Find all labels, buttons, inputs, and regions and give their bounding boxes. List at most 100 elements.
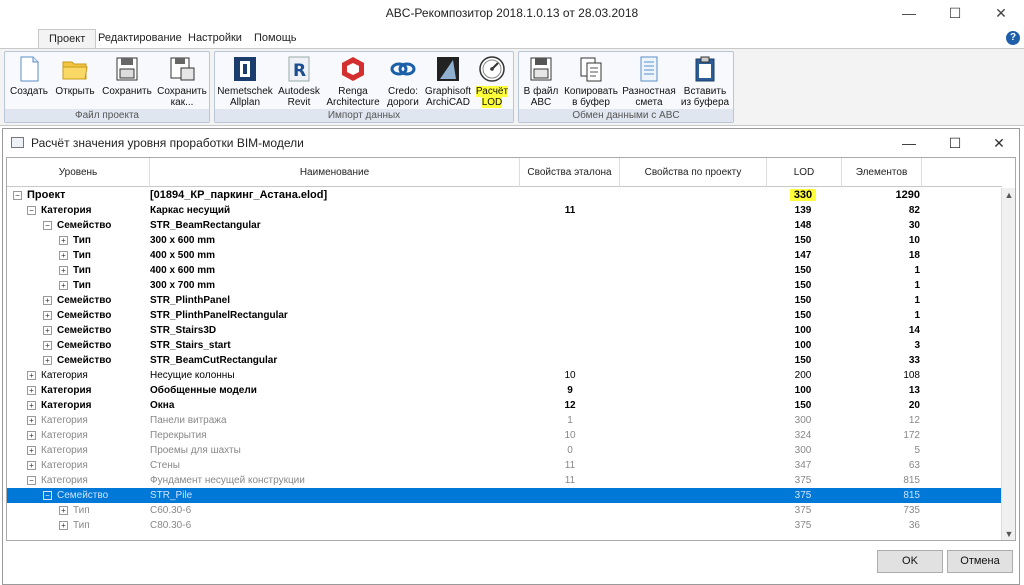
row-lod: 375: [767, 518, 839, 533]
minimize-button[interactable]: —: [886, 0, 932, 26]
table-row[interactable]: − Проект [01894_КР_паркинг_Астана.elod] 330…: [7, 188, 1002, 203]
expand-icon[interactable]: +: [27, 446, 36, 455]
table-row[interactable]: + Категория Стены 11 347 63: [7, 458, 1002, 473]
expand-icon[interactable]: +: [43, 356, 52, 365]
collapse-icon[interactable]: −: [43, 221, 52, 230]
table-row[interactable]: + Тип 400 x 600 mm 150 1: [7, 263, 1002, 278]
paste-from-buffer-button[interactable]: Вставить из буфера: [679, 54, 731, 110]
expand-icon[interactable]: +: [59, 521, 68, 530]
row-level: Семейство: [57, 490, 109, 501]
dialog-maximize-button[interactable]: ☐: [933, 130, 977, 156]
scroll-down-icon[interactable]: ▼: [1002, 527, 1015, 540]
calc-lod-button[interactable]: Расчёт LOD: [473, 54, 511, 110]
table-row[interactable]: + Семейство STR_PlinthPanel 150 1: [7, 293, 1002, 308]
table-row[interactable]: − Семейство STR_Pile 375 815: [7, 488, 1002, 503]
table-row[interactable]: + Категория Несущие колонны 10 200 108: [7, 368, 1002, 383]
table-row[interactable]: + Семейство STR_PlinthPanelRectangular 150 1: [7, 308, 1002, 323]
allplan-icon: [234, 57, 256, 81]
row-level: Семейство: [57, 355, 112, 366]
help-icon[interactable]: ?: [1006, 31, 1020, 45]
vertical-scrollbar[interactable]: ▲ ▼: [1001, 188, 1015, 540]
table-row[interactable]: + Категория Проемы для шахты 0 300 5: [7, 443, 1002, 458]
allplan-button[interactable]: Nemetschek Allplan: [217, 54, 273, 110]
archicad-button[interactable]: Graphisoft ArchiCAD: [423, 54, 473, 110]
create-button[interactable]: Создать: [7, 54, 51, 110]
col-header-project[interactable]: Свойства по проекту: [620, 158, 767, 187]
table-row[interactable]: − Категория Фундамент несущей конструкции 1…: [7, 473, 1002, 488]
col-header-elements[interactable]: Элементов: [842, 158, 922, 187]
table-row[interactable]: − Категория Каркас несущий 11 139 82: [7, 203, 1002, 218]
row-lod-value: 100: [794, 340, 812, 351]
expand-icon[interactable]: +: [27, 386, 36, 395]
grid-header: Уровень Наименование Свойства эталона Св…: [7, 158, 1002, 187]
save-as-button[interactable]: Сохранить как...: [157, 54, 207, 110]
table-row[interactable]: + Категория Панели витража 1 300 12: [7, 413, 1002, 428]
renga-icon: [342, 57, 364, 81]
ok-button[interactable]: OK: [877, 550, 943, 573]
tab-edit[interactable]: Редактирование: [88, 29, 192, 48]
maximize-button[interactable]: ☐: [932, 0, 978, 26]
new-file-icon: [20, 56, 39, 82]
table-row[interactable]: + Тип 300 x 700 mm 150 1: [7, 278, 1002, 293]
table-row[interactable]: + Категория Окна 12 150 20: [7, 398, 1002, 413]
expand-icon[interactable]: +: [27, 416, 36, 425]
copy-to-buffer-button[interactable]: Копировать в буфер: [563, 54, 619, 110]
row-lod-value: 200: [794, 370, 812, 381]
expand-icon[interactable]: +: [59, 281, 68, 290]
table-row[interactable]: + Тип 400 x 500 mm 147 18: [7, 248, 1002, 263]
row-lod: 100: [767, 323, 839, 338]
copy-to-buffer-label: Копировать в буфер: [564, 86, 618, 108]
expand-icon[interactable]: +: [43, 296, 52, 305]
expand-icon[interactable]: +: [27, 371, 36, 380]
scroll-up-icon[interactable]: ▲: [1002, 188, 1015, 202]
folder-icon: [62, 61, 88, 80]
col-header-lod[interactable]: LOD: [767, 158, 842, 187]
table-row[interactable]: + Категория Перекрытия 10 324 172: [7, 428, 1002, 443]
row-lod-value: 375: [794, 505, 812, 516]
dialog-close-button[interactable]: ✕: [977, 130, 1021, 156]
to-abc-file-button[interactable]: В файл ABC: [521, 54, 561, 110]
table-row[interactable]: + Семейство STR_BeamCutRectangular 150 33: [7, 353, 1002, 368]
col-header-level[interactable]: Уровень: [7, 158, 150, 187]
table-row[interactable]: + Тип 300 x 600 mm 150 10: [7, 233, 1002, 248]
expand-icon[interactable]: +: [59, 266, 68, 275]
col-header-etalon[interactable]: Свойства эталона: [520, 158, 620, 187]
collapse-icon[interactable]: −: [27, 476, 36, 485]
expand-icon[interactable]: +: [27, 401, 36, 410]
tab-settings[interactable]: Настройки: [178, 29, 252, 48]
revit-button[interactable]: R Autodesk Revit: [275, 54, 323, 110]
open-button[interactable]: Открыть: [53, 54, 97, 110]
save-as-label: Сохранить как...: [157, 86, 207, 108]
close-button[interactable]: ✕: [978, 0, 1024, 26]
save-button[interactable]: Сохранить: [99, 54, 155, 110]
expand-icon[interactable]: +: [59, 506, 68, 515]
collapse-icon[interactable]: −: [27, 206, 36, 215]
collapse-icon[interactable]: −: [43, 491, 52, 500]
row-lod-value: 300: [794, 415, 812, 426]
table-row[interactable]: + Категория Обобщенные модели 9 100 13: [7, 383, 1002, 398]
expand-icon[interactable]: +: [27, 431, 36, 440]
expand-icon[interactable]: +: [43, 341, 52, 350]
table-row[interactable]: + Семейство STR_Stairs3D 100 14: [7, 323, 1002, 338]
row-elements: 33: [908, 355, 920, 366]
table-row[interactable]: + Тип С60.30-6 375 735: [7, 503, 1002, 518]
credo-button[interactable]: Credo: дороги: [383, 54, 423, 110]
row-lod-value: 150: [794, 280, 812, 291]
expand-icon[interactable]: +: [59, 236, 68, 245]
diff-estimate-button[interactable]: Разностная смета: [621, 54, 677, 110]
renga-button[interactable]: Renga Architecture: [325, 54, 381, 110]
row-level: Семейство: [57, 340, 112, 351]
table-row[interactable]: + Семейство STR_Stairs_start 100 3: [7, 338, 1002, 353]
col-header-name[interactable]: Наименование: [150, 158, 520, 187]
expand-icon[interactable]: +: [27, 461, 36, 470]
collapse-icon[interactable]: −: [13, 191, 22, 200]
expand-icon[interactable]: +: [59, 251, 68, 260]
dialog-minimize-button[interactable]: —: [887, 130, 931, 156]
row-elements: 1: [914, 310, 920, 321]
table-row[interactable]: + Тип С80.30-6 375 36: [7, 518, 1002, 533]
cancel-button[interactable]: Отмена: [947, 550, 1013, 573]
table-row[interactable]: − Семейство STR_BeamRectangular 148 30: [7, 218, 1002, 233]
tab-help[interactable]: Помощь: [244, 29, 307, 48]
expand-icon[interactable]: +: [43, 326, 52, 335]
expand-icon[interactable]: +: [43, 311, 52, 320]
